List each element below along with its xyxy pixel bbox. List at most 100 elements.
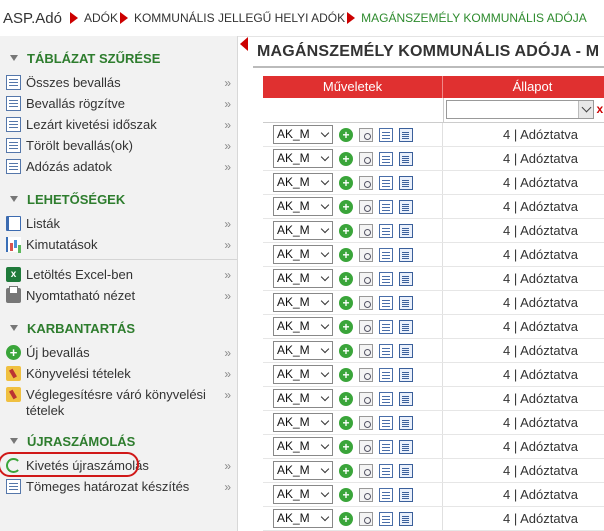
view-document-icon[interactable] — [359, 127, 373, 142]
list-icon[interactable] — [379, 151, 393, 166]
document-details-icon[interactable] — [399, 319, 413, 334]
list-icon[interactable] — [379, 319, 393, 334]
list-icon[interactable] — [379, 487, 393, 502]
view-document-icon[interactable] — [359, 463, 373, 478]
sidebar-item-letoltes-excel[interactable]: x Letöltés Excel-ben » — [0, 264, 237, 285]
add-icon[interactable]: + — [339, 439, 353, 454]
add-icon[interactable]: + — [339, 223, 353, 238]
add-icon[interactable]: + — [339, 487, 353, 502]
operation-select[interactable]: AK_M — [273, 317, 333, 336]
operation-select[interactable]: AK_M — [273, 389, 333, 408]
view-document-icon[interactable] — [359, 367, 373, 382]
breadcrumb-item-kommunalis[interactable]: KOMMUNÁLIS JELLEGŰ HELYI ADÓK — [134, 11, 345, 25]
section-header-lehetosegek[interactable]: LEHETŐSÉGEK — [0, 185, 237, 213]
add-icon[interactable]: + — [339, 511, 353, 526]
column-header-allapot[interactable]: Állapot — [443, 76, 604, 98]
view-document-icon[interactable] — [359, 295, 373, 310]
view-document-icon[interactable] — [359, 199, 373, 214]
document-details-icon[interactable] — [399, 391, 413, 406]
list-icon[interactable] — [379, 223, 393, 238]
document-details-icon[interactable] — [399, 151, 413, 166]
list-icon[interactable] — [379, 439, 393, 454]
clear-filter-button[interactable]: x — [597, 98, 604, 122]
document-details-icon[interactable] — [399, 127, 413, 142]
document-details-icon[interactable] — [399, 247, 413, 262]
document-details-icon[interactable] — [399, 295, 413, 310]
view-document-icon[interactable] — [359, 391, 373, 406]
sidebar-item-lezart-kivetesi-idoszak[interactable]: Lezárt kivetési időszak » — [0, 114, 237, 135]
sidebar-item-uj-bevallas[interactable]: + Új bevallás » — [0, 342, 237, 363]
list-icon[interactable] — [379, 127, 393, 142]
view-document-icon[interactable] — [359, 439, 373, 454]
sidebar-item-kimutatasok[interactable]: Kimutatások » — [0, 234, 237, 255]
document-details-icon[interactable] — [399, 175, 413, 190]
view-document-icon[interactable] — [359, 151, 373, 166]
operation-select[interactable]: AK_M — [273, 293, 333, 312]
document-details-icon[interactable] — [399, 415, 413, 430]
sidebar-item-nyomtathato-nezet[interactable]: Nyomtatható nézet » — [0, 285, 237, 306]
sidebar-item-konyvelesi-tetelek[interactable]: Könyvelési tételek » — [0, 363, 237, 384]
list-icon[interactable] — [379, 271, 393, 286]
document-details-icon[interactable] — [399, 487, 413, 502]
section-header-ujraszamolas[interactable]: ÚJRASZÁMOLÁS — [0, 427, 237, 455]
list-icon[interactable] — [379, 295, 393, 310]
add-icon[interactable]: + — [339, 463, 353, 478]
view-document-icon[interactable] — [359, 319, 373, 334]
document-details-icon[interactable] — [399, 511, 413, 526]
add-icon[interactable]: + — [339, 175, 353, 190]
operation-select[interactable]: AK_M — [273, 197, 333, 216]
breadcrumb-home[interactable]: ASP.Adó — [3, 10, 62, 27]
list-icon[interactable] — [379, 367, 393, 382]
list-icon[interactable] — [379, 247, 393, 262]
sidebar-item-listak[interactable]: Listák » — [0, 213, 237, 234]
document-details-icon[interactable] — [399, 223, 413, 238]
add-icon[interactable]: + — [339, 343, 353, 358]
add-icon[interactable]: + — [339, 151, 353, 166]
section-header-karbantartas[interactable]: KARBANTARTÁS — [0, 314, 237, 342]
operation-select[interactable]: AK_M — [273, 341, 333, 360]
operation-select[interactable]: AK_M — [273, 221, 333, 240]
operation-select[interactable]: AK_M — [273, 125, 333, 144]
column-header-muveletek[interactable]: Műveletek — [263, 76, 443, 98]
sidebar-item-bevallas-rogzitve[interactable]: Bevallás rögzítve » — [0, 93, 237, 114]
document-details-icon[interactable] — [399, 343, 413, 358]
add-icon[interactable]: + — [339, 391, 353, 406]
add-icon[interactable]: + — [339, 367, 353, 382]
list-icon[interactable] — [379, 463, 393, 478]
section-header-tablazat-szurese[interactable]: TÁBLÁZAT SZŰRÉSE — [0, 44, 237, 72]
operation-select[interactable]: AK_M — [273, 509, 333, 528]
view-document-icon[interactable] — [359, 511, 373, 526]
list-icon[interactable] — [379, 343, 393, 358]
operation-select[interactable]: AK_M — [273, 269, 333, 288]
add-icon[interactable]: + — [339, 247, 353, 262]
add-icon[interactable]: + — [339, 415, 353, 430]
list-icon[interactable] — [379, 511, 393, 526]
sidebar-item-adozas-adatok[interactable]: Adózás adatok » — [0, 156, 237, 177]
view-document-icon[interactable] — [359, 247, 373, 262]
view-document-icon[interactable] — [359, 415, 373, 430]
add-icon[interactable]: + — [339, 199, 353, 214]
sidebar-collapse-icon[interactable] — [240, 37, 248, 51]
add-icon[interactable]: + — [339, 295, 353, 310]
view-document-icon[interactable] — [359, 175, 373, 190]
sidebar-item-torolt-bevallasok[interactable]: Törölt bevallás(ok) » — [0, 135, 237, 156]
document-details-icon[interactable] — [399, 199, 413, 214]
list-icon[interactable] — [379, 415, 393, 430]
sidebar-item-veglegesitesre-varo[interactable]: Véglegesítésre váró könyvelési tételek » — [0, 384, 237, 419]
allapot-filter-select[interactable] — [445, 100, 594, 119]
operation-select[interactable]: AK_M — [273, 461, 333, 480]
operation-select[interactable]: AK_M — [273, 485, 333, 504]
operation-select[interactable]: AK_M — [273, 413, 333, 432]
document-details-icon[interactable] — [399, 271, 413, 286]
list-icon[interactable] — [379, 175, 393, 190]
operation-select[interactable]: AK_M — [273, 245, 333, 264]
add-icon[interactable]: + — [339, 271, 353, 286]
document-details-icon[interactable] — [399, 367, 413, 382]
add-icon[interactable]: + — [339, 319, 353, 334]
sidebar-item-kivetes-ujraszamolas[interactable]: Kivetés újraszámolás » — [0, 452, 237, 477]
operation-select[interactable]: AK_M — [273, 437, 333, 456]
operation-select[interactable]: AK_M — [273, 365, 333, 384]
list-icon[interactable] — [379, 391, 393, 406]
view-document-icon[interactable] — [359, 487, 373, 502]
document-details-icon[interactable] — [399, 439, 413, 454]
